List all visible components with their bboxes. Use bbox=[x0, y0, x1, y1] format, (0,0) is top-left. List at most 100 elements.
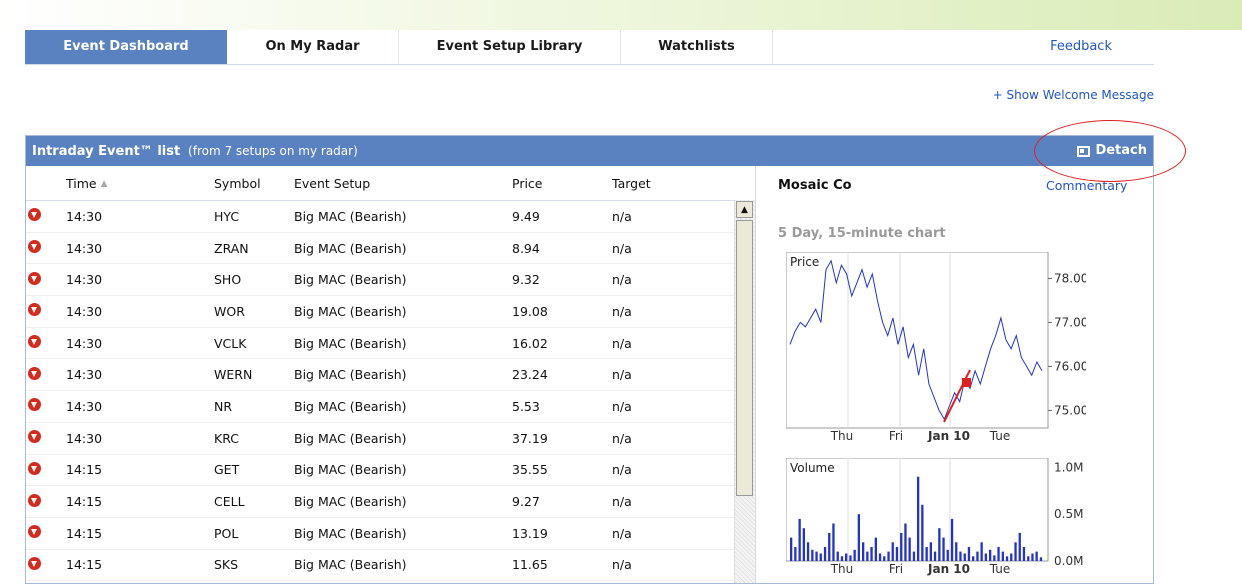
volume-bar bbox=[1031, 553, 1034, 561]
intraday-event-panel: Intraday Event™ list (from 7 setups on m… bbox=[25, 135, 1154, 584]
symbol-cell: SKS bbox=[214, 557, 239, 573]
event-setup-cell: Big MAC (Bearish) bbox=[294, 494, 407, 510]
list-scrollbar[interactable]: ▲ bbox=[734, 200, 755, 583]
column-header-event-setup[interactable]: Event Setup bbox=[294, 176, 512, 191]
price-cell: 23.24 bbox=[512, 367, 548, 383]
company-name: Mosaic Co bbox=[778, 178, 852, 193]
volume-bar bbox=[980, 542, 983, 561]
volume-bar bbox=[836, 551, 839, 561]
row-icon-cell bbox=[26, 335, 66, 351]
feedback-link[interactable]: Feedback bbox=[773, 30, 1154, 64]
symbol-cell: KRC bbox=[214, 430, 239, 446]
target-cell: n/a bbox=[612, 367, 632, 383]
tab-event-dashboard[interactable]: Event Dashboard bbox=[25, 30, 227, 64]
column-header-price[interactable]: Price bbox=[512, 176, 612, 191]
event-setup-cell: Big MAC (Bearish) bbox=[294, 557, 407, 573]
table-row[interactable]: 14:30 VCLK Big MAC (Bearish) 16.02 n/a bbox=[26, 328, 754, 360]
price-chart: Price 78.00 77.00 76.00 75.00 Thu Fri Jan 10 T… bbox=[786, 252, 1086, 442]
down-arrow-circle-icon bbox=[28, 240, 41, 254]
table-row[interactable]: 14:15 POL Big MAC (Bearish) 13.19 n/a bbox=[26, 518, 754, 550]
time-cell: 14:30 bbox=[66, 335, 103, 351]
row-icon-cell bbox=[26, 303, 66, 319]
table-row[interactable]: 14:15 SKS Big MAC (Bearish) 11.65 n/a bbox=[26, 550, 754, 582]
table-row[interactable]: 14:30 SHO Big MAC (Bearish) 9.32 n/a bbox=[26, 264, 754, 297]
sort-arrow-icon: ▲ bbox=[100, 179, 108, 189]
scroll-up-button[interactable]: ▲ bbox=[736, 201, 753, 218]
time-cell: 14:15 bbox=[66, 557, 103, 573]
price-cell: 8.94 bbox=[512, 240, 540, 256]
volume-bar bbox=[1001, 551, 1004, 561]
column-header-symbol[interactable]: Symbol bbox=[214, 176, 294, 191]
down-arrow-circle-icon bbox=[28, 366, 41, 380]
annotation-circle bbox=[1034, 120, 1186, 182]
volume-bar bbox=[955, 542, 958, 561]
volume-bar bbox=[862, 542, 865, 561]
volume-bar bbox=[815, 551, 818, 561]
show-welcome-message-link[interactable]: + Show Welcome Message bbox=[993, 88, 1154, 102]
row-icon-cell bbox=[26, 366, 66, 383]
target-cell: n/a bbox=[612, 272, 632, 288]
table-row[interactable]: 14:30 HYC Big MAC (Bearish) 9.49 n/a bbox=[26, 201, 754, 233]
event-setup-cell: Big MAC (Bearish) bbox=[294, 208, 407, 224]
row-icon-cell bbox=[26, 556, 66, 573]
table-row[interactable]: 14:30 KRC Big MAC (Bearish) 37.19 n/a bbox=[26, 423, 754, 455]
tab-watchlists[interactable]: Watchlists bbox=[621, 30, 773, 64]
table-row[interactable]: 14:30 NR Big MAC (Bearish) 5.53 n/a bbox=[26, 391, 754, 423]
volume-bar bbox=[857, 514, 860, 561]
volume-bar bbox=[938, 528, 941, 561]
volume-bar bbox=[984, 553, 987, 561]
event-setup-cell: Big MAC (Bearish) bbox=[294, 272, 407, 288]
volume-bar bbox=[802, 528, 805, 561]
tab-event-setup-library[interactable]: Event Setup Library bbox=[399, 30, 621, 64]
symbol-cell: GET bbox=[214, 462, 240, 478]
down-arrow-circle-icon bbox=[28, 461, 41, 475]
table-row[interactable]: 14:30 WOR Big MAC (Bearish) 19.08 n/a bbox=[26, 296, 754, 328]
volume-bar bbox=[997, 547, 1000, 561]
volume-bar bbox=[946, 549, 949, 561]
table-row[interactable]: 14:15 GET Big MAC (Bearish) 35.55 n/a bbox=[26, 455, 754, 487]
column-header-time[interactable]: Time ▲ bbox=[66, 176, 214, 191]
symbol-cell: POL bbox=[214, 525, 239, 541]
price-x-tick-label: Jan 10 bbox=[927, 429, 970, 442]
time-cell: 14:30 bbox=[66, 272, 103, 288]
tab-on-my-radar[interactable]: On My Radar bbox=[227, 30, 399, 64]
volume-bar bbox=[900, 532, 903, 561]
volume-bar bbox=[811, 549, 814, 561]
row-icon-cell bbox=[26, 525, 66, 541]
scroll-thumb[interactable] bbox=[736, 220, 753, 496]
event-setup-cell: Big MAC (Bearish) bbox=[294, 462, 407, 478]
table-row[interactable]: 14:30 WERN Big MAC (Bearish) 23.24 n/a bbox=[26, 359, 754, 392]
target-cell: n/a bbox=[612, 208, 632, 224]
time-cell: 14:30 bbox=[66, 303, 103, 319]
target-cell: n/a bbox=[612, 557, 632, 573]
table-row[interactable]: 14:30 ZRAN Big MAC (Bearish) 8.94 n/a bbox=[26, 233, 754, 265]
top-gradient-bar bbox=[0, 0, 1242, 30]
price-cell: 11.65 bbox=[512, 557, 548, 573]
down-arrow-circle-icon bbox=[28, 303, 41, 317]
table-row[interactable]: 14:15 CELL Big MAC (Bearish) 9.27 n/a bbox=[26, 486, 754, 518]
price-cell: 13.19 bbox=[512, 525, 548, 541]
volume-bar bbox=[1035, 551, 1038, 561]
volume-bar bbox=[917, 476, 920, 561]
volume-bar bbox=[929, 542, 932, 561]
column-header-target[interactable]: Target bbox=[612, 176, 732, 191]
volume-bar bbox=[819, 553, 822, 561]
table-body: 14:30 HYC Big MAC (Bearish) 9.49 n/a 14:30 ZRA… bbox=[26, 201, 754, 582]
volume-bar bbox=[904, 523, 907, 561]
price-axis-label: Price bbox=[790, 255, 819, 269]
symbol-cell: ZRAN bbox=[214, 240, 249, 256]
chart-title: 5 Day, 15-minute chart bbox=[778, 226, 946, 241]
volume-bar bbox=[874, 537, 877, 561]
row-icon-cell bbox=[26, 461, 66, 478]
target-cell: n/a bbox=[612, 335, 632, 351]
volume-x-tick-label: Fri bbox=[889, 562, 903, 576]
volume-bar bbox=[933, 551, 937, 561]
volume-bar bbox=[832, 523, 835, 561]
row-icon-cell bbox=[26, 271, 66, 288]
target-cell: n/a bbox=[612, 525, 632, 541]
event-setup-cell: Big MAC (Bearish) bbox=[294, 335, 407, 351]
column-header-time-label: Time bbox=[66, 175, 97, 191]
volume-bar bbox=[1027, 556, 1030, 561]
volume-bar bbox=[849, 555, 852, 561]
volume-bar bbox=[866, 551, 869, 561]
